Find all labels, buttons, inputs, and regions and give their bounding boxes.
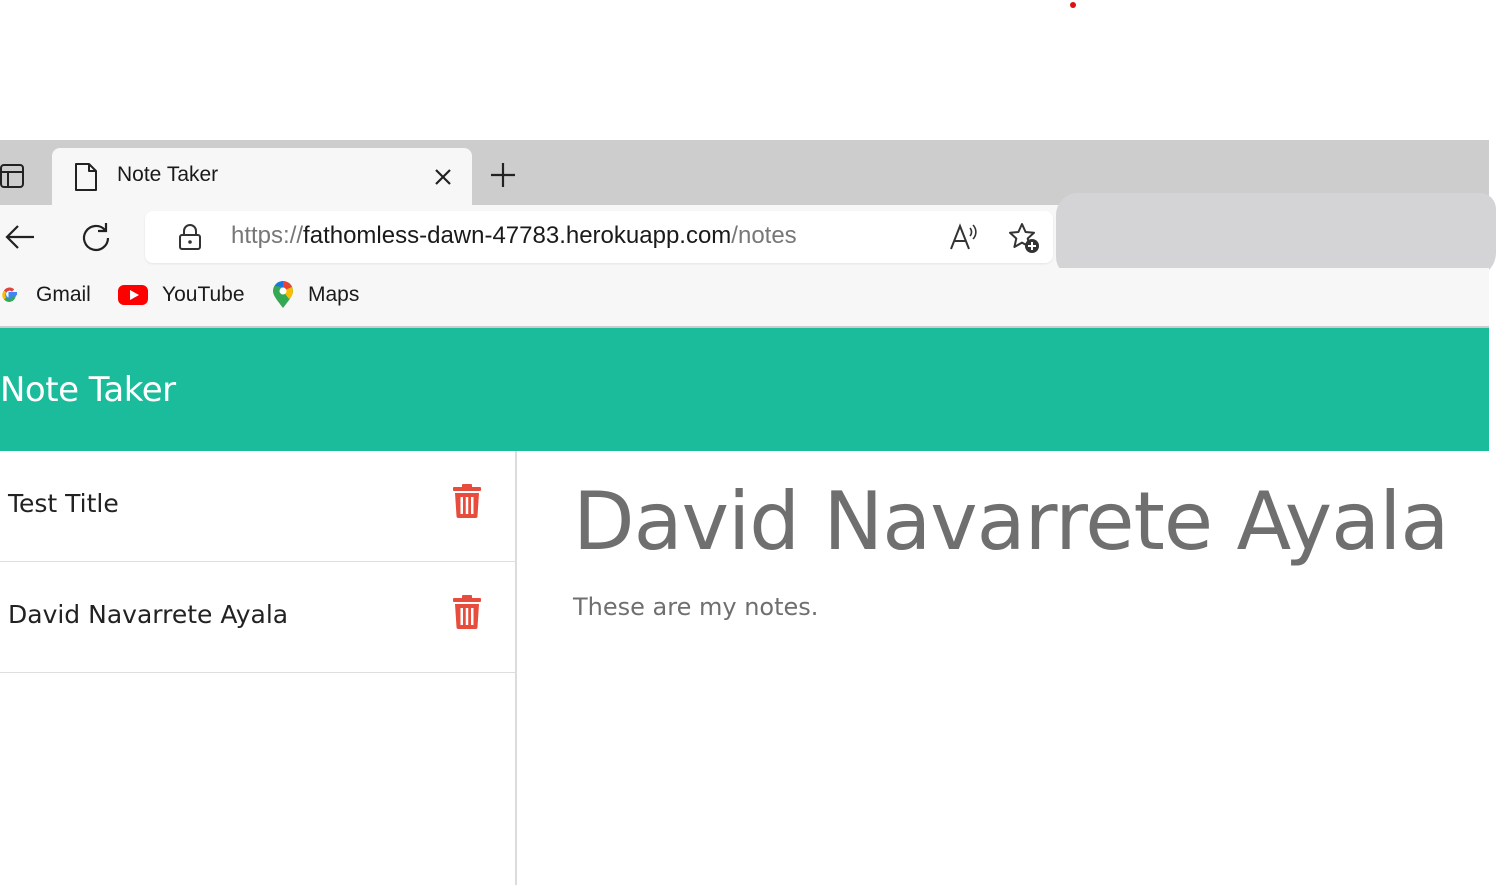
back-arrow-icon[interactable] bbox=[4, 222, 36, 252]
bookmarks-bar: Gmail YouTube Maps bbox=[0, 268, 1489, 328]
list-item[interactable]: David Navarrete Ayala bbox=[0, 562, 515, 673]
notes-list: Test Title David Navarrete Ayala bbox=[0, 451, 517, 885]
bookmark-youtube[interactable]: YouTube bbox=[118, 280, 245, 310]
url-text[interactable]: https://fathomless-dawn-47783.herokuapp.… bbox=[231, 222, 797, 250]
bookmark-label: Maps bbox=[308, 283, 360, 306]
new-tab-icon[interactable] bbox=[488, 160, 518, 190]
url-scheme: https:// bbox=[231, 222, 304, 249]
bookmark-maps[interactable]: Maps bbox=[272, 280, 359, 310]
bookmark-label: YouTube bbox=[162, 283, 245, 306]
note-text-area[interactable]: These are my notes. bbox=[573, 593, 818, 621]
page-icon bbox=[75, 163, 97, 191]
add-favorite-icon[interactable] bbox=[1007, 221, 1041, 255]
tab-note-taker[interactable]: Note Taker bbox=[52, 148, 472, 206]
reload-icon[interactable] bbox=[80, 221, 112, 253]
lock-icon[interactable] bbox=[177, 223, 203, 251]
url-path: /notes bbox=[731, 222, 797, 249]
note-title: Test Title bbox=[8, 489, 119, 518]
app-title[interactable]: Note Taker bbox=[0, 370, 176, 410]
youtube-icon bbox=[118, 285, 148, 305]
google-icon bbox=[2, 287, 17, 302]
close-icon[interactable] bbox=[432, 166, 454, 188]
bookmark-label: Gmail bbox=[36, 283, 91, 306]
notification-dot bbox=[1070, 2, 1076, 8]
trash-icon[interactable] bbox=[452, 484, 482, 518]
sidebar-toggle-icon[interactable] bbox=[0, 163, 26, 189]
tab-title: Note Taker bbox=[117, 163, 219, 186]
note-view: David Navarrete Ayala These are my notes… bbox=[517, 451, 1489, 885]
redacted-area bbox=[1056, 193, 1496, 277]
trash-icon[interactable] bbox=[452, 595, 482, 629]
bookmark-gmail[interactable]: Gmail bbox=[0, 280, 91, 310]
list-item[interactable]: Test Title bbox=[0, 451, 515, 562]
maps-icon bbox=[273, 281, 293, 308]
note-title: David Navarrete Ayala bbox=[8, 600, 289, 629]
app-navbar: Note Taker bbox=[0, 328, 1489, 451]
note-title-input[interactable]: David Navarrete Ayala bbox=[573, 475, 1449, 568]
url-host: fathomless-dawn-47783.herokuapp.com bbox=[303, 222, 732, 249]
read-aloud-icon[interactable] bbox=[947, 221, 979, 253]
address-bar[interactable]: https://fathomless-dawn-47783.herokuapp.… bbox=[145, 211, 1053, 263]
